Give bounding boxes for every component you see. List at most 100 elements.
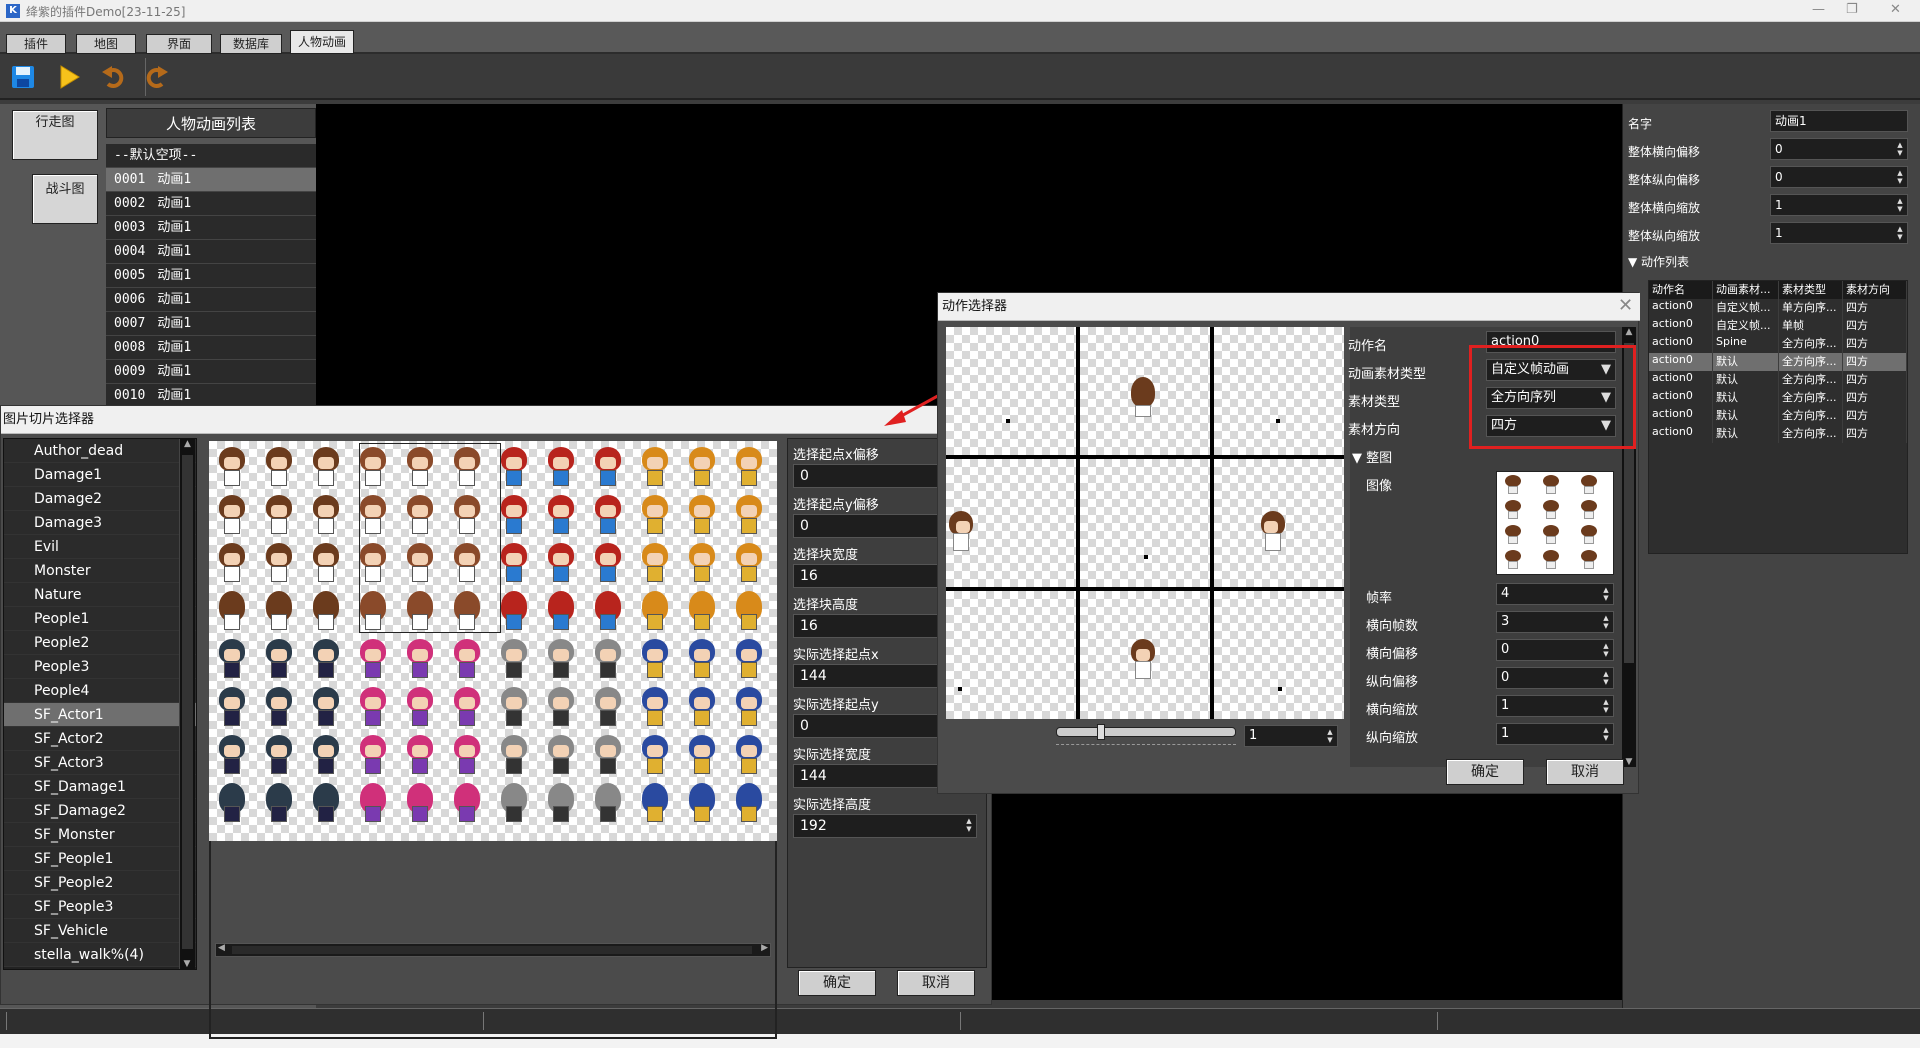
tab-map[interactable]: 地图	[76, 34, 136, 54]
column-header[interactable]: 素材方向	[1843, 281, 1907, 299]
frame-cell[interactable]	[1214, 459, 1344, 587]
file-list-item[interactable]: SF_Actor2	[4, 727, 196, 751]
file-list-item[interactable]: Damage1	[4, 463, 196, 487]
column-header[interactable]: 动作名	[1649, 281, 1713, 299]
close-button[interactable]: ✕	[1890, 2, 1901, 17]
file-list-item[interactable]: Monster	[4, 559, 196, 583]
list-item[interactable]: 0009 动画1	[106, 360, 316, 384]
frame-cell[interactable]	[1214, 327, 1344, 455]
h-scale-field[interactable]: 1 ▲ ▼	[1496, 695, 1614, 717]
table-row[interactable]: action0 默认 全方向序... 四方	[1649, 353, 1907, 371]
file-list-item[interactable]: SF_Actor3	[4, 751, 196, 775]
spinner-icon[interactable]: ▲▼	[1601, 670, 1611, 686]
image-thumbnail[interactable]	[1496, 471, 1614, 575]
list-item[interactable]: 0006 动画1	[106, 288, 316, 312]
list-item[interactable]: 0008 动画1	[106, 336, 316, 360]
file-list-item[interactable]: Damage2	[4, 487, 196, 511]
file-list-item[interactable]: SF_People1	[4, 847, 196, 871]
table-row[interactable]: action0 默认 全方向序... 四方	[1649, 425, 1907, 443]
file-list-item[interactable]: SF_People3	[4, 895, 196, 919]
ok-button[interactable]: 确定	[1446, 759, 1524, 785]
spinner-icon[interactable]: ▲▼	[1601, 586, 1611, 602]
frame-cell[interactable]	[946, 327, 1076, 455]
table-row[interactable]: action0 自定义帧... 单帧 四方	[1649, 317, 1907, 335]
redo-icon[interactable]	[140, 60, 174, 94]
scroll-left-icon[interactable]: ◀	[218, 943, 225, 953]
column-header[interactable]: 素材类型	[1779, 281, 1843, 299]
file-list-item[interactable]: SF_Monster	[4, 823, 196, 847]
file-list-item[interactable]: SF_Damage2	[4, 799, 196, 823]
file-list-item[interactable]: Nature	[4, 583, 196, 607]
list-item[interactable]: 0002 动画1	[106, 192, 316, 216]
ok-button[interactable]: 确定	[798, 970, 876, 996]
file-list-scrollbar[interactable]: ▲ ▼	[179, 439, 195, 969]
list-item[interactable]: 0003 动画1	[106, 216, 316, 240]
close-icon[interactable]: ✕	[1618, 295, 1633, 316]
selection-rectangle[interactable]	[359, 443, 501, 633]
undo-icon[interactable]	[96, 60, 130, 94]
sprite-sheet[interactable]	[209, 441, 777, 841]
file-list-item[interactable]: Author_dead	[4, 439, 196, 463]
play-icon[interactable]	[52, 60, 86, 94]
table-row[interactable]: action0 默认 全方向序... 四方	[1649, 407, 1907, 425]
minimize-button[interactable]: —	[1812, 2, 1825, 17]
tab-plugins[interactable]: 插件	[6, 34, 66, 54]
file-list-item[interactable]: People1	[4, 607, 196, 631]
file-list-item[interactable]: People3	[4, 655, 196, 679]
offset-x-field[interactable]: 0 ▲ ▼	[1770, 138, 1908, 160]
scroll-up-icon[interactable]: ▲	[1622, 327, 1636, 337]
sprite-hscrollbar[interactable]: ◀ ▶	[215, 943, 771, 957]
scroll-down-icon[interactable]: ▼	[1622, 757, 1636, 767]
frame-cell[interactable]	[1080, 459, 1210, 587]
frame-cell[interactable]	[1214, 591, 1344, 719]
file-list-item[interactable]: stella_walk%(4)	[4, 943, 196, 967]
list-item[interactable]: 0007 动画1	[106, 312, 316, 336]
list-item[interactable]: 0005 动画1	[106, 264, 316, 288]
cancel-button[interactable]: 取消	[897, 970, 975, 996]
scroll-thumb[interactable]	[232, 946, 752, 954]
restore-button[interactable]: ❐	[1846, 2, 1858, 17]
list-item-default[interactable]: --默认空项--	[106, 144, 316, 168]
slice-field-input[interactable]: 192 ▲ ▼	[793, 814, 977, 838]
file-list-item[interactable]: Damage3	[4, 511, 196, 535]
frame-cell[interactable]	[946, 459, 1076, 587]
spinner-icon[interactable]: ▲▼	[1895, 225, 1905, 241]
file-list-item[interactable]: People2	[4, 631, 196, 655]
spinner-icon[interactable]: ▲▼	[1601, 698, 1611, 714]
tab-database[interactable]: 数据库	[220, 34, 282, 54]
tab-character-animation[interactable]: 人物动画	[290, 30, 354, 54]
table-row[interactable]: action0 默认 全方向序... 四方	[1649, 371, 1907, 389]
v-offset-field[interactable]: 0 ▲ ▼	[1496, 667, 1614, 689]
file-list-item[interactable]: SF_Vehicle	[4, 919, 196, 943]
h-offset-field[interactable]: 0 ▲ ▼	[1496, 639, 1614, 661]
scroll-down-icon[interactable]: ▼	[180, 959, 194, 969]
spinner-icon[interactable]: ▲▼	[964, 817, 974, 833]
file-list-item[interactable]: People4	[4, 679, 196, 703]
battle-chart-button[interactable]: 战斗图	[32, 174, 98, 224]
list-item[interactable]: 0001 动画1	[106, 168, 316, 192]
table-row[interactable]: action0 自定义帧... 单方向序... 四方	[1649, 299, 1907, 317]
walk-chart-button[interactable]: 行走图	[12, 110, 98, 160]
cancel-button[interactable]: 取消	[1546, 759, 1624, 785]
frame-rate-field[interactable]: 4 ▲ ▼	[1496, 583, 1614, 605]
name-field[interactable]: 动画1	[1770, 110, 1908, 132]
spinner-icon[interactable]: ▲▼	[1601, 614, 1611, 630]
file-list-item[interactable]: Evil	[4, 535, 196, 559]
file-list-item[interactable]: SF_People2	[4, 871, 196, 895]
action-list-node[interactable]: ▼ 动作列表	[1628, 253, 1689, 270]
column-header[interactable]: 动画素材...	[1713, 281, 1779, 299]
spinner-icon[interactable]: ▲▼	[1601, 726, 1611, 742]
v-scale-field[interactable]: 1 ▲ ▼	[1496, 723, 1614, 745]
frame-cell[interactable]	[1080, 327, 1210, 455]
whole-image-node[interactable]: ▼ 整图	[1352, 447, 1392, 466]
table-row[interactable]: action0 Spine 全方向序... 四方	[1649, 335, 1907, 353]
slider-thumb[interactable]	[1097, 724, 1105, 740]
speed-field[interactable]: 1 ▲ ▼	[1244, 725, 1338, 747]
file-list-item[interactable]: SF_Actor1	[4, 703, 196, 727]
tab-ui[interactable]: 界面	[146, 34, 212, 54]
table-row[interactable]: action0 默认 全方向序... 四方	[1649, 389, 1907, 407]
spinner-icon[interactable]: ▲▼	[1601, 642, 1611, 658]
scroll-up-icon[interactable]: ▲	[180, 439, 195, 449]
frame-slider[interactable]	[1056, 724, 1236, 740]
spinner-icon[interactable]: ▲▼	[1895, 197, 1905, 213]
